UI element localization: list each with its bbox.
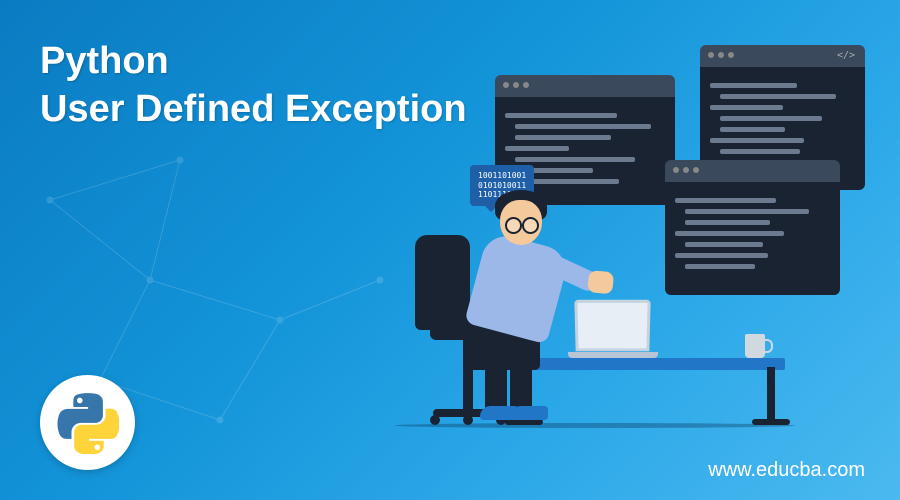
glasses-icon bbox=[505, 217, 539, 229]
desk-leg bbox=[767, 367, 775, 425]
programmer-person bbox=[405, 145, 585, 425]
banner-container: Python User Defined Exception www.educba… bbox=[0, 0, 900, 500]
chair-back bbox=[415, 235, 470, 330]
programmer-illustration: 100110100101010100111101110011 bbox=[365, 45, 865, 425]
website-url: www.educba.com bbox=[708, 459, 865, 482]
desk-foot bbox=[752, 419, 790, 425]
python-logo-icon bbox=[57, 392, 119, 454]
python-logo-badge bbox=[40, 375, 135, 470]
laptop bbox=[575, 300, 658, 358]
coffee-cup bbox=[745, 334, 765, 358]
chair-wheel bbox=[430, 415, 440, 425]
chair-wheel bbox=[463, 415, 473, 425]
person-shoe bbox=[510, 406, 548, 420]
code-window-3 bbox=[665, 160, 840, 295]
title-line-1: Python bbox=[40, 40, 169, 82]
